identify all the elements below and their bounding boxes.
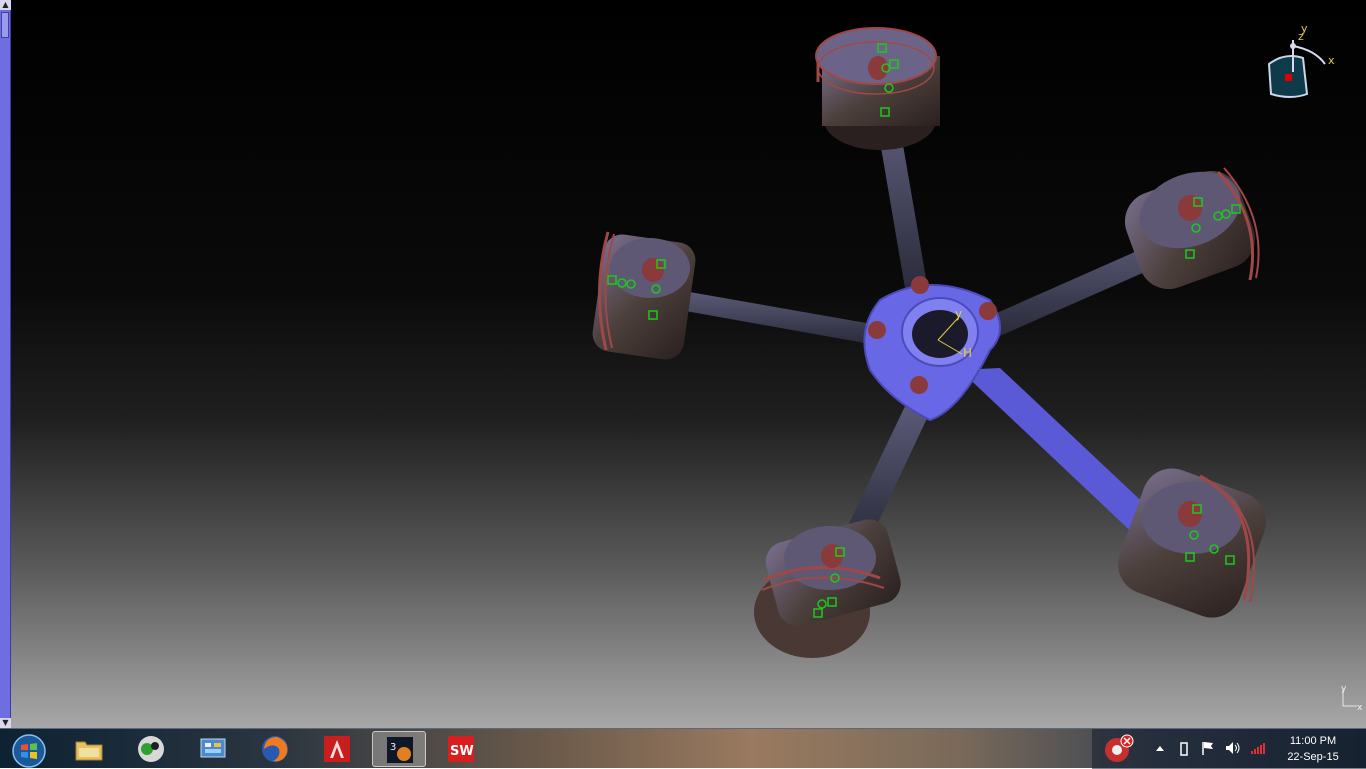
piston-bottom-right bbox=[1118, 468, 1266, 618]
clock-time: 11:00 PM bbox=[1289, 735, 1337, 747]
piston-left bbox=[592, 231, 696, 360]
media-button[interactable] bbox=[124, 731, 178, 767]
clock[interactable]: 11:00 PM 22-Sep-15 bbox=[1278, 733, 1348, 765]
taskbar: 3 SW 11:00 PM 22-Sep-15 bbox=[0, 728, 1366, 769]
network-signal-icon[interactable] bbox=[1250, 740, 1266, 756]
axis-label-y: y bbox=[955, 307, 962, 321]
svg-text:3: 3 bbox=[390, 742, 396, 753]
axis-label-h: H bbox=[963, 346, 972, 360]
piston-right bbox=[1124, 167, 1260, 290]
solidworks-icon: SW bbox=[448, 736, 474, 762]
solidworks-button[interactable]: SW bbox=[434, 731, 488, 767]
clock-date: 22-Sep-15 bbox=[1287, 751, 1339, 763]
autocad-button[interactable] bbox=[310, 731, 364, 767]
firefox-icon bbox=[262, 736, 288, 762]
device-icon[interactable] bbox=[1178, 741, 1190, 757]
corner-x-label: x bbox=[1357, 703, 1363, 712]
explorer-button[interactable] bbox=[62, 731, 116, 767]
3d-viewport[interactable]: ▲ ▼ y H y z x y x bbox=[0, 0, 1366, 728]
3ds-icon: 3 bbox=[387, 737, 413, 763]
start-button[interactable] bbox=[0, 731, 54, 768]
orientation-compass[interactable]: y z x bbox=[1255, 22, 1345, 102]
show-hidden-icons-icon[interactable] bbox=[1154, 743, 1166, 755]
volume-icon[interactable] bbox=[1224, 740, 1242, 756]
piston-bottom-left bbox=[754, 519, 901, 658]
control-panel-button[interactable] bbox=[186, 731, 240, 767]
media-player-icon bbox=[138, 736, 164, 762]
folder-icon bbox=[75, 741, 103, 761]
3dsmax-button[interactable]: 3 bbox=[372, 731, 426, 767]
corner-y-label: y bbox=[1341, 684, 1347, 694]
action-center-flag-icon[interactable] bbox=[1200, 740, 1216, 756]
compass-z-label: z bbox=[1298, 30, 1304, 43]
windows-orb-icon bbox=[12, 734, 46, 768]
control-panel-icon bbox=[200, 738, 226, 758]
firefox-button[interactable] bbox=[248, 731, 302, 767]
compass-x-label: x bbox=[1328, 54, 1335, 67]
autocad-icon bbox=[324, 736, 350, 762]
svg-text:SW: SW bbox=[450, 744, 474, 759]
radial-engine-model[interactable]: y H bbox=[0, 0, 1366, 728]
corner-axis-indicator: y x bbox=[1341, 684, 1363, 712]
antivirus-icon[interactable] bbox=[1102, 733, 1134, 765]
crank-hub: y H bbox=[863, 276, 1001, 422]
